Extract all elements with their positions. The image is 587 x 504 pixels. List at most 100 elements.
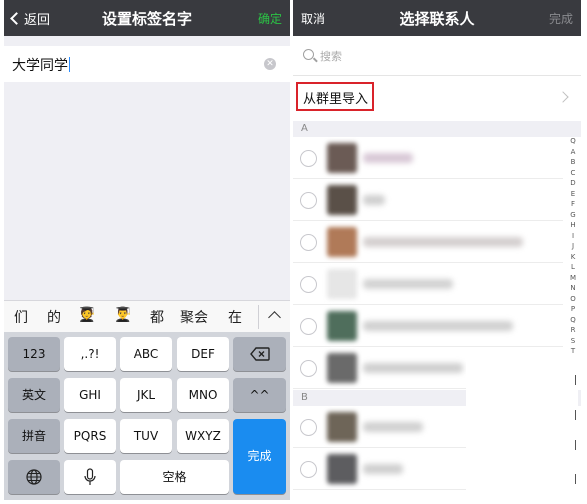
key-punct[interactable]: ,.?! [64, 337, 116, 371]
select-radio[interactable] [300, 234, 317, 251]
index-letter[interactable]: A [567, 147, 579, 158]
candidate-word[interactable]: 👨‍🎓 [114, 307, 131, 323]
candidate-word[interactable]: 都 [150, 307, 164, 327]
contact-name-blurred [363, 153, 413, 163]
index-letter[interactable]: L [567, 262, 579, 273]
confirm-button[interactable]: 确定 [258, 10, 282, 27]
index-letter[interactable]: B [567, 157, 579, 168]
space-key[interactable]: 空格 [120, 460, 229, 494]
index-letter[interactable]: O [567, 294, 579, 305]
index-letter[interactable]: Q [567, 136, 579, 147]
search-bar[interactable]: 搜索 [293, 36, 581, 76]
candidate-word[interactable]: 🧑‍🎓 [78, 307, 95, 323]
index-letter[interactable]: K [567, 252, 579, 263]
avatar [327, 412, 357, 442]
key-123[interactable]: 123 [8, 337, 60, 371]
index-letter[interactable]: T [567, 346, 579, 357]
globe-key[interactable] [8, 460, 60, 494]
candidate-word[interactable]: 们 [14, 307, 28, 327]
select-radio[interactable] [300, 192, 317, 209]
screenshot: 返回 设置标签名字 确定 大学同学 ✕ 们 的 🧑‍🎓 👨‍🎓 都 聚会 在 1… [0, 0, 587, 504]
microphone-icon [84, 468, 96, 485]
candidate-word[interactable]: 聚会 [180, 307, 208, 327]
index-letter[interactable]: N [567, 283, 579, 294]
page-title: 选择联系人 [399, 10, 475, 28]
mic-key[interactable] [64, 460, 116, 494]
avatar [327, 311, 357, 341]
index-letter[interactable]: I [567, 231, 579, 242]
contact-name-blurred [363, 321, 513, 331]
contact-name-blurred [363, 237, 523, 247]
contact-name-blurred [363, 422, 423, 432]
import-from-group-row[interactable]: 从群里导入 [293, 78, 581, 120]
contact-row[interactable] [293, 221, 563, 263]
key-tuv[interactable]: TUV [120, 419, 172, 453]
contact-row[interactable] [293, 179, 563, 221]
divider [575, 440, 576, 450]
set-tag-name-screen: 返回 设置标签名字 确定 大学同学 ✕ 们 的 🧑‍🎓 👨‍🎓 都 聚会 在 1… [4, 0, 290, 500]
avatar [327, 353, 357, 383]
avatar [327, 454, 357, 484]
tag-name-value: 大学同学 [12, 57, 70, 74]
key-wxyz[interactable]: WXYZ [177, 419, 229, 453]
key-pqrs[interactable]: PQRS [64, 419, 116, 453]
index-letter[interactable]: H [567, 220, 579, 231]
index-letter[interactable]: E [567, 189, 579, 200]
select-radio[interactable] [300, 461, 317, 478]
index-letter[interactable]: Q [567, 315, 579, 326]
select-radio[interactable] [300, 360, 317, 377]
contact-name-blurred [363, 195, 385, 205]
select-radio[interactable] [300, 150, 317, 167]
keyboard: 123 ,.?! ABC DEF 英文 GHI JKL MNO ^^ 拼音 PQ… [4, 332, 290, 500]
contact-row[interactable] [293, 305, 563, 347]
index-letter[interactable]: F [567, 199, 579, 210]
nav-bar: 返回 设置标签名字 确定 [4, 0, 290, 36]
key-emoticon[interactable]: ^^ [233, 378, 286, 412]
alphabet-index[interactable]: Q A B C D E F G H I J K L M N O P Q R S … [567, 136, 579, 357]
section-header-a: A [293, 121, 581, 137]
tag-name-field[interactable]: 大学同学 ✕ [4, 46, 290, 82]
index-letter[interactable]: D [567, 178, 579, 189]
select-radio[interactable] [300, 276, 317, 293]
divider [258, 305, 259, 329]
key-mno[interactable]: MNO [177, 378, 229, 412]
key-pinyin[interactable]: 拼音 [8, 419, 60, 453]
select-contacts-screen: 取消 选择联系人 完成 搜索 从群里导入 A B Q A B C D E F G… [293, 0, 581, 500]
index-letter[interactable]: G [567, 210, 579, 221]
select-radio[interactable] [300, 318, 317, 335]
candidate-word[interactable]: 在 [228, 307, 242, 327]
candidate-word[interactable]: 的 [47, 307, 61, 327]
key-ghi[interactable]: GHI [64, 378, 116, 412]
contact-row[interactable] [293, 137, 563, 179]
chevron-right-icon [557, 91, 569, 103]
done-key[interactable]: 完成 [233, 419, 286, 494]
key-jkl[interactable]: JKL [120, 378, 172, 412]
divider [575, 410, 576, 420]
contact-row[interactable] [293, 263, 563, 305]
done-button[interactable]: 完成 [549, 10, 573, 27]
page-title: 设置标签名字 [101, 10, 192, 28]
globe-icon [26, 469, 42, 485]
avatar [327, 269, 357, 299]
contact-name-blurred [363, 363, 463, 373]
index-letter[interactable]: S [567, 336, 579, 347]
key-abc[interactable]: ABC [120, 337, 172, 371]
index-letter[interactable]: R [567, 325, 579, 336]
avatar [327, 143, 357, 173]
index-letter[interactable]: M [567, 273, 579, 284]
key-def[interactable]: DEF [177, 337, 229, 371]
nav-bar: 取消 选择联系人 完成 [293, 0, 581, 36]
expand-candidates-icon[interactable] [268, 311, 281, 324]
select-radio[interactable] [300, 419, 317, 436]
index-letter[interactable]: J [567, 241, 579, 252]
contact-name-blurred [363, 464, 403, 474]
index-letter[interactable]: C [567, 168, 579, 179]
import-from-group-label: 从群里导入 [303, 92, 369, 107]
contact-name-blurred [363, 279, 453, 289]
key-english[interactable]: 英文 [8, 378, 60, 412]
delete-key[interactable] [233, 337, 286, 371]
clear-icon[interactable]: ✕ [264, 58, 276, 70]
candidate-bar: 们 的 🧑‍🎓 👨‍🎓 都 聚会 在 [4, 300, 290, 332]
avatar [327, 227, 357, 257]
index-letter[interactable]: P [567, 304, 579, 315]
